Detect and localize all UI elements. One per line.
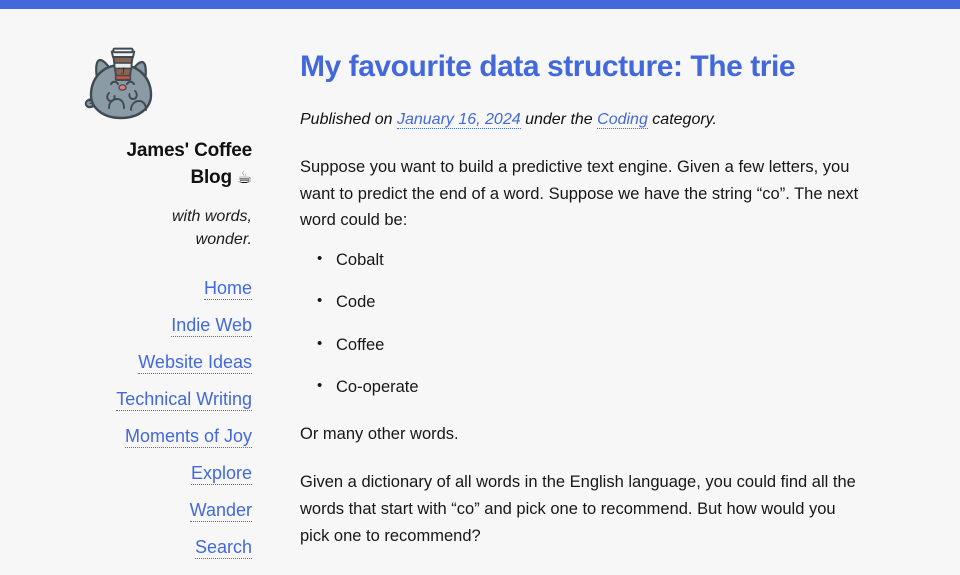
site-logo[interactable]: J bbox=[0, 38, 252, 124]
article-paragraph-2: Or many other words. bbox=[300, 424, 459, 443]
list-item: Co-operate bbox=[317, 376, 865, 398]
cat-with-coffee-cup-icon: J bbox=[84, 47, 153, 120]
site-tagline: with words, wonder. bbox=[171, 207, 252, 249]
site-title: James' Coffee Blog ☕ bbox=[0, 138, 253, 192]
category-label: category. bbox=[652, 111, 717, 129]
sidebar-item-search[interactable]: Search bbox=[194, 538, 252, 560]
sidebar: J James' Coffee Blog ☕ with words, wonde… bbox=[0, 9, 252, 575]
sidebar-item-home[interactable]: Home bbox=[203, 279, 252, 301]
sidebar-item-indie-web[interactable]: Indie Web bbox=[171, 316, 252, 338]
hot-beverage-icon: ☕ bbox=[236, 167, 252, 188]
list-item: Coffee bbox=[317, 334, 865, 356]
sidebar-item-explore[interactable]: Explore bbox=[190, 464, 252, 486]
article-content: My favourite data structure: The trie Pu… bbox=[252, 9, 960, 550]
cup-letter: J bbox=[121, 66, 125, 76]
published-label: Published on bbox=[300, 111, 393, 129]
sidebar-item-website-ideas[interactable]: Website Ideas bbox=[138, 353, 252, 375]
article-paragraph-3: Given a dictionary of all words in the E… bbox=[300, 473, 856, 545]
sidebar-item-technical-writing[interactable]: Technical Writing bbox=[116, 390, 252, 412]
list-item: Code bbox=[317, 291, 865, 313]
under-the-label: under the bbox=[525, 111, 593, 129]
published-date-link[interactable]: January 16, 2024 bbox=[396, 111, 521, 130]
page-layout: J James' Coffee Blog ☕ with words, wonde… bbox=[0, 9, 960, 560]
sidebar-item-wander[interactable]: Wander bbox=[189, 501, 252, 523]
article-meta: Published on January 16, 2024 under the … bbox=[300, 109, 865, 131]
site-title-text: James' Coffee Blog bbox=[126, 140, 253, 188]
site-accent-bar bbox=[0, 0, 960, 9]
sidebar-item-moments-of-joy[interactable]: Moments of Joy bbox=[124, 427, 252, 449]
page-title: My favourite data structure: The trie bbox=[300, 50, 796, 83]
article-paragraph-1: Suppose you want to build a predictive t… bbox=[300, 157, 859, 230]
sidebar-nav: Home Indie Web Website Ideas Technical W… bbox=[0, 279, 252, 575]
category-link[interactable]: Coding bbox=[597, 111, 648, 130]
word-suggestion-list: Cobalt Code Coffee Co-operate bbox=[300, 249, 865, 399]
list-item: Cobalt bbox=[317, 249, 865, 271]
